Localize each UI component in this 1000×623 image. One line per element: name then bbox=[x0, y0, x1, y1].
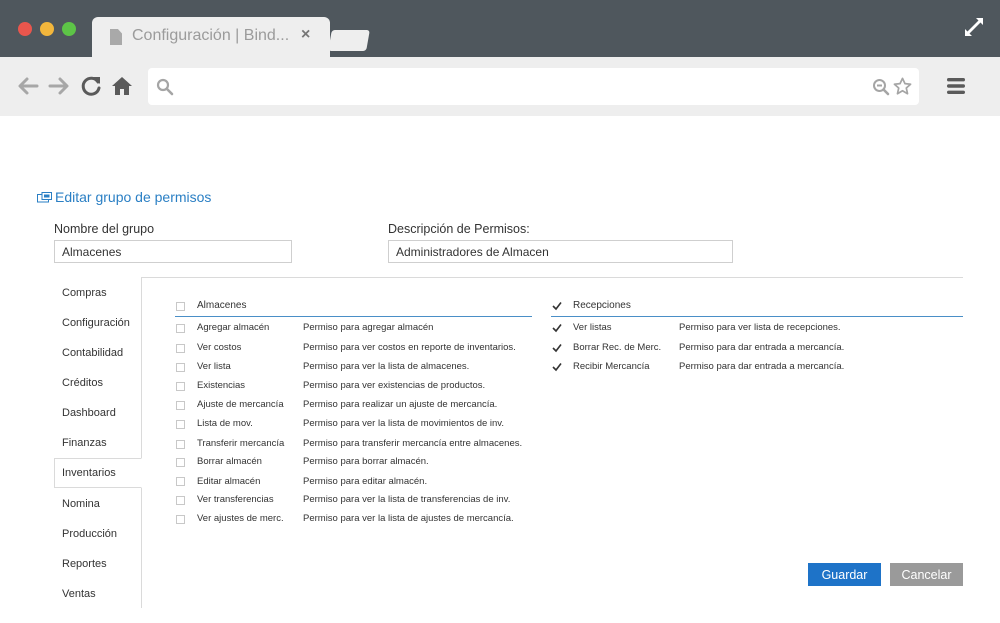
star-icon[interactable] bbox=[893, 77, 912, 96]
menu-icon[interactable] bbox=[946, 76, 966, 96]
sidebar-item-inventarios[interactable]: Inventarios bbox=[54, 458, 142, 488]
browser-titlebar: Configuración | Bind... × bbox=[0, 0, 1000, 57]
description-label: Descripción de Permisos: bbox=[388, 222, 530, 236]
permission-description: Permiso para ver la lista de transferenc… bbox=[303, 494, 511, 505]
section-recepciones-underline bbox=[551, 316, 963, 317]
permission-name: Existencias bbox=[197, 380, 246, 391]
permission-name: Ajuste de mercancía bbox=[197, 399, 284, 410]
sidebar-item-nomina[interactable]: Nomina bbox=[54, 489, 142, 519]
new-tab-button[interactable] bbox=[328, 30, 370, 51]
window-close-dot[interactable] bbox=[18, 22, 32, 36]
permission-name: Ver costos bbox=[197, 342, 242, 353]
home-icon[interactable] bbox=[110, 74, 134, 98]
sidebar-item-dashboard[interactable]: Dashboard bbox=[54, 398, 142, 428]
sidebar-item-finanzas[interactable]: Finanzas bbox=[54, 428, 142, 458]
permission-name: Editar almacén bbox=[197, 476, 261, 487]
permission-name: Ver transferencias bbox=[197, 494, 274, 505]
permission-checkbox[interactable] bbox=[176, 458, 185, 467]
permission-checkbox[interactable] bbox=[176, 420, 185, 429]
permission-name: Agregar almacén bbox=[197, 322, 270, 333]
permission-checkbox[interactable] bbox=[176, 344, 185, 353]
search-icon bbox=[156, 78, 174, 96]
group-name-label: Nombre del grupo bbox=[54, 222, 155, 236]
reload-icon[interactable] bbox=[79, 74, 103, 98]
zoom-out-icon[interactable] bbox=[872, 78, 890, 96]
permission-checkbox[interactable] bbox=[552, 323, 562, 333]
permission-description: Permiso para ver lista de recepciones. bbox=[679, 322, 841, 333]
permission-description: Permiso para realizar un ajuste de merca… bbox=[303, 399, 498, 410]
cancel-button[interactable]: Cancelar bbox=[890, 563, 963, 586]
permission-checkbox[interactable] bbox=[176, 440, 185, 449]
back-icon[interactable] bbox=[16, 74, 40, 98]
sidebar-item-compras[interactable]: Compras bbox=[54, 278, 142, 308]
permission-description: Permiso para ver la lista de movimientos… bbox=[303, 418, 504, 429]
permission-checkbox[interactable] bbox=[176, 324, 185, 333]
permission-checkbox[interactable] bbox=[176, 401, 185, 410]
permission-description: Permiso para borrar almacén. bbox=[303, 456, 429, 467]
permission-checkbox[interactable] bbox=[176, 515, 185, 524]
tab-close-button[interactable]: × bbox=[301, 26, 310, 44]
section-recepciones-title: Recepciones bbox=[573, 300, 631, 311]
section-almacenes-underline bbox=[175, 316, 532, 317]
permission-name: Transferir mercancía bbox=[197, 438, 285, 449]
permission-description: Permiso para agregar almacén bbox=[303, 322, 434, 333]
permission-name: Ver listas bbox=[573, 322, 612, 333]
edit-group-icon bbox=[37, 191, 52, 202]
sidebar-item-creditos[interactable]: Créditos bbox=[54, 368, 142, 398]
permission-description: Permiso para transferir mercancía entre … bbox=[303, 438, 523, 449]
permission-description: Permiso para dar entrada a mercancía. bbox=[679, 361, 845, 372]
section-almacenes-checkbox[interactable] bbox=[176, 302, 185, 311]
tabs-divider bbox=[142, 277, 963, 278]
permission-name: Ver ajustes de merc. bbox=[197, 513, 284, 524]
sidebar-item-ventas[interactable]: Ventas bbox=[54, 579, 142, 609]
sidebar-item-configuracion[interactable]: Configuración bbox=[54, 308, 142, 338]
permission-description: Permiso para ver la lista de ajustes de … bbox=[303, 513, 514, 524]
tab-title: Configuración | Bind... bbox=[132, 27, 290, 44]
permission-name: Borrar Rec. de Merc. bbox=[573, 342, 662, 353]
page-title: Editar grupo de permisos bbox=[55, 189, 212, 205]
permission-description: Permiso para dar entrada a mercancía. bbox=[679, 342, 845, 353]
permission-name: Lista de mov. bbox=[197, 418, 253, 429]
description-field[interactable] bbox=[388, 240, 733, 263]
address-bar[interactable] bbox=[148, 68, 919, 105]
section-recepciones-checkbox[interactable] bbox=[552, 301, 562, 311]
permission-checkbox[interactable] bbox=[176, 477, 185, 486]
page-heading: Editar grupo de permisos bbox=[37, 189, 211, 205]
permission-name: Borrar almacén bbox=[197, 456, 262, 467]
permission-name: Recibir Mercancía bbox=[573, 361, 650, 372]
permission-checkbox[interactable] bbox=[552, 343, 562, 353]
permission-checkbox[interactable] bbox=[176, 496, 185, 505]
sidebar-item-contabilidad[interactable]: Contabilidad bbox=[54, 338, 142, 368]
sidebar-item-reportes[interactable]: Reportes bbox=[54, 549, 142, 579]
permission-checkbox[interactable] bbox=[552, 362, 562, 372]
expand-icon[interactable] bbox=[962, 15, 986, 39]
permission-checkbox[interactable] bbox=[176, 363, 185, 372]
section-almacenes-title: Almacenes bbox=[197, 300, 247, 311]
forward-icon[interactable] bbox=[47, 74, 71, 98]
sidebar-item-produccion[interactable]: Producción bbox=[54, 519, 142, 549]
window-minimize-dot[interactable] bbox=[40, 22, 54, 36]
save-button[interactable]: Guardar bbox=[808, 563, 881, 586]
permission-description: Permiso para editar almacén. bbox=[303, 476, 428, 487]
permission-name: Ver lista bbox=[197, 361, 231, 372]
browser-tab[interactable]: Configuración | Bind... × bbox=[92, 17, 330, 57]
permission-description: Permiso para ver costos en reporte de in… bbox=[303, 342, 516, 353]
window-maximize-dot[interactable] bbox=[62, 22, 76, 36]
permission-checkbox[interactable] bbox=[176, 382, 185, 391]
permission-description: Permiso para ver la lista de almacenes. bbox=[303, 361, 470, 372]
permission-description: Permiso para ver existencias de producto… bbox=[303, 380, 486, 391]
group-name-field[interactable] bbox=[54, 240, 292, 263]
doc-icon bbox=[110, 29, 122, 45]
